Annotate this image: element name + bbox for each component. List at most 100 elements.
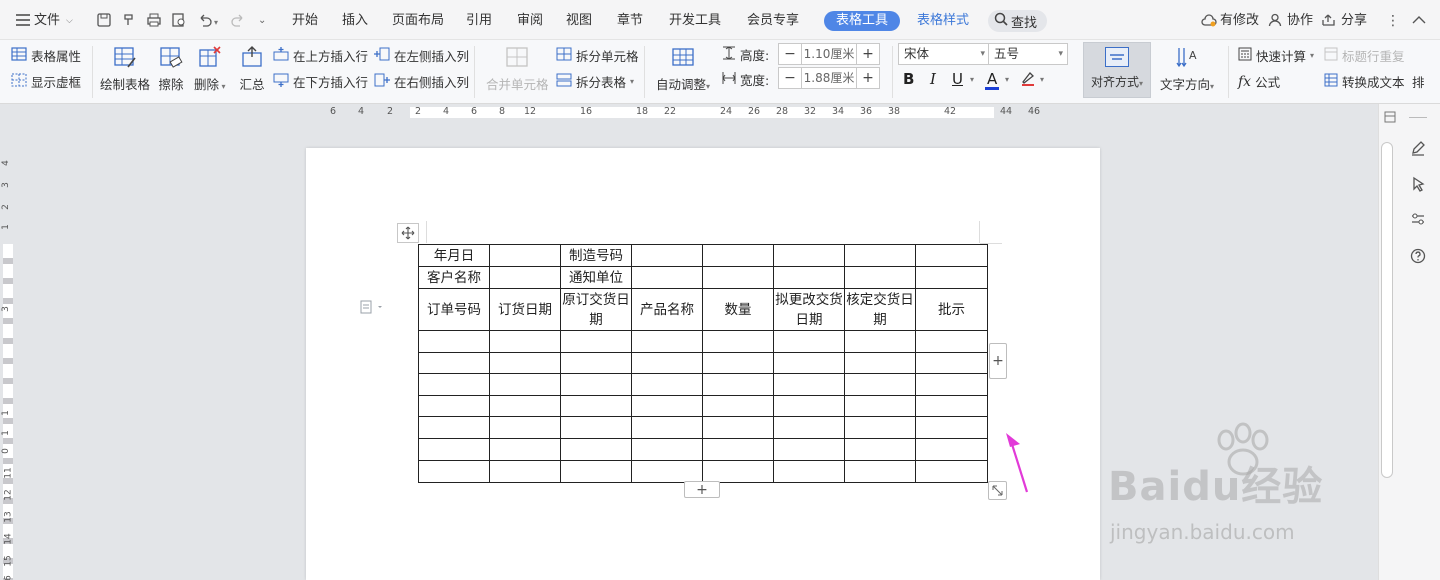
table-properties-button[interactable]: 表格属性 [11, 46, 81, 65]
table-cell[interactable] [489, 244, 561, 267]
table-cell[interactable] [702, 266, 774, 289]
table-cell[interactable] [915, 330, 988, 353]
table-cell[interactable] [489, 373, 561, 396]
table-cell[interactable] [773, 352, 845, 374]
table-cell[interactable] [560, 395, 632, 417]
tab-member[interactable]: 会员专享 [747, 11, 799, 31]
row-height-value[interactable]: 1.10厘米 [801, 44, 857, 64]
tab-developer[interactable]: 开发工具 [669, 11, 721, 31]
column-width-value[interactable]: 1.88厘米 [801, 68, 857, 88]
more-options-icon[interactable]: ⋮ [1386, 11, 1400, 31]
tab-table-tools[interactable]: 表格工具 [824, 11, 901, 31]
tab-page-layout[interactable]: 页面布局 [392, 11, 444, 31]
table-cell[interactable] [418, 352, 490, 374]
table-cell[interactable] [915, 395, 988, 417]
table-cell[interactable]: 批示 [915, 288, 988, 331]
highlight-chevron-icon[interactable]: ▾ [1040, 75, 1044, 84]
tab-insert[interactable]: 插入 [342, 11, 368, 31]
pen-edit-icon[interactable] [1408, 138, 1428, 158]
table-cell[interactable] [560, 330, 632, 353]
document-table[interactable]: 年月日 制造号码 客户名称 通知单位 订单号码 订货日期 原订交货日期 产品名称 数量 拟更改交货… [418, 244, 988, 483]
delete-dropdown-button[interactable]: 删除 ▾ [194, 44, 226, 93]
table-cell[interactable] [489, 330, 561, 353]
formula-button[interactable]: fx 公式 [1238, 72, 1280, 91]
cloud-sync-icon[interactable] [1200, 11, 1218, 29]
table-cell[interactable]: 年月日 [418, 244, 490, 267]
show-gridlines-button[interactable]: 显示虚框 [11, 72, 81, 91]
merge-cells-button[interactable]: 合并单元格 [486, 44, 549, 93]
table-cell[interactable] [915, 373, 988, 396]
table-cell[interactable] [844, 373, 916, 396]
table-cell[interactable] [560, 416, 632, 439]
title-row-repeat-button[interactable]: 标题行重复 [1324, 46, 1405, 65]
insert-row-above-button[interactable]: 在上方插入行 [273, 46, 368, 65]
tab-references[interactable]: 引用 [466, 11, 492, 31]
table-cell[interactable] [631, 438, 703, 461]
table-cell[interactable]: 数量 [702, 288, 774, 331]
table-cell[interactable] [773, 330, 845, 353]
hamburger-menu-icon[interactable] [14, 11, 32, 29]
table-cell[interactable] [702, 416, 774, 439]
save-icon[interactable] [95, 11, 113, 29]
table-cell[interactable] [844, 416, 916, 439]
file-menu[interactable]: 文件 [34, 11, 60, 31]
table-cell[interactable] [418, 460, 490, 483]
table-cell[interactable] [631, 244, 703, 267]
vertical-scrollbar[interactable] [1381, 142, 1393, 478]
highlight-icon[interactable] [1020, 70, 1036, 90]
add-row-button[interactable]: + [684, 481, 720, 498]
table-cell[interactable] [915, 438, 988, 461]
undo-icon[interactable] [196, 11, 214, 29]
quick-calc-button[interactable]: 快速计算 ▾ [1238, 46, 1314, 65]
insert-column-right-button[interactable]: 在右侧插入列 [374, 72, 469, 91]
table-cell[interactable] [844, 438, 916, 461]
share-icon[interactable] [1320, 11, 1338, 29]
quick-access-more-icon[interactable]: ⌄ [258, 11, 266, 31]
summary-button[interactable]: 汇总 [239, 44, 265, 93]
table-cell[interactable] [489, 438, 561, 461]
font-color-icon[interactable]: A [987, 70, 997, 88]
table-cell[interactable] [702, 244, 774, 267]
alignment-dropdown-button[interactable]: 对齐方式▾ [1083, 42, 1151, 98]
table-cell[interactable]: 制造号码 [560, 244, 632, 267]
table-cell[interactable]: 订货日期 [489, 288, 561, 331]
table-cell[interactable] [489, 460, 561, 483]
convert-to-text-button[interactable]: 转换成文本 [1324, 72, 1405, 91]
table-cell[interactable] [844, 330, 916, 353]
table-cell[interactable]: 订单号码 [418, 288, 490, 331]
search-button[interactable]: 查找 [988, 10, 1048, 32]
sort-button[interactable]: 排 [1412, 72, 1425, 91]
undo-dropdown-icon[interactable]: ▾ [214, 13, 218, 33]
table-cell[interactable] [631, 460, 703, 483]
table-cell[interactable] [773, 438, 845, 461]
collaborate-icon[interactable] [1266, 11, 1284, 29]
settings-sliders-icon[interactable] [1408, 209, 1428, 229]
table-cell[interactable] [773, 416, 845, 439]
table-move-handle[interactable] [397, 223, 419, 243]
font-color-chevron-icon[interactable]: ▾ [1005, 75, 1009, 84]
table-cell[interactable] [915, 244, 988, 267]
view-toggle-icon[interactable] [1380, 107, 1400, 127]
table-cell[interactable] [560, 460, 632, 483]
table-cell[interactable] [844, 266, 916, 289]
draw-table-button[interactable]: 绘制表格 [100, 44, 150, 93]
erase-button[interactable]: 擦除 [158, 44, 184, 93]
vertical-ruler[interactable]: 43213110111213141516 [0, 120, 16, 580]
font-name-select[interactable]: 宋体 ▾ [898, 43, 990, 65]
table-cell[interactable]: 拟更改交货日期 [773, 288, 845, 331]
table-cell[interactable]: 通知单位 [560, 266, 632, 289]
table-cell[interactable] [844, 460, 916, 483]
italic-icon[interactable]: I [930, 70, 936, 88]
has-changes-label[interactable]: 有修改 [1220, 11, 1259, 31]
column-width-decrease-button[interactable]: − [779, 68, 801, 88]
table-cell[interactable] [560, 373, 632, 396]
format-painter-icon[interactable] [120, 11, 138, 29]
table-cell[interactable] [844, 352, 916, 374]
column-width-increase-button[interactable]: + [857, 68, 879, 88]
font-size-select[interactable]: 五号 ▾ [988, 43, 1068, 65]
column-width-stepper[interactable]: − 1.88厘米 + [778, 67, 880, 89]
table-cell[interactable] [773, 266, 845, 289]
insert-column-left-button[interactable]: 在左侧插入列 [374, 46, 469, 65]
collaborate-button[interactable]: 协作 [1287, 11, 1313, 31]
table-cell[interactable] [560, 438, 632, 461]
